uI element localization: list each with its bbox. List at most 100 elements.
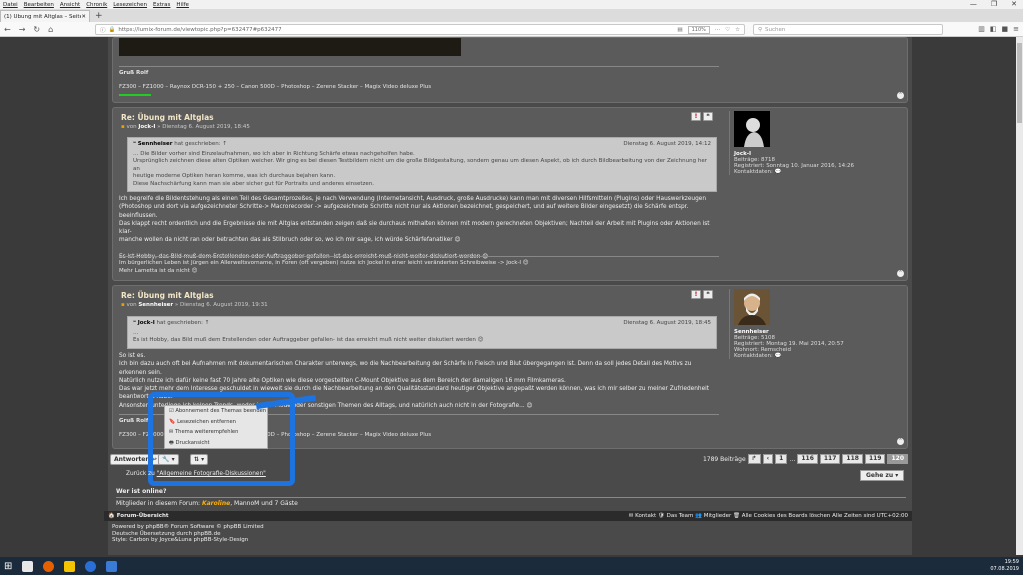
home-icon[interactable]: ⌂ xyxy=(48,25,53,34)
who-title: Wer ist online? xyxy=(116,488,906,498)
scrollbar[interactable] xyxy=(1016,37,1023,555)
firefox-icon[interactable] xyxy=(43,560,55,572)
footer-links[interactable]: ✉ Kontakt 🛡 Das Team 👥 Mitglieder 🗑 Alle… xyxy=(629,511,908,521)
app-icon[interactable] xyxy=(85,560,97,572)
footer-bar: 🏠 Forum-Übersicht ✉ Kontakt 🛡 Das Team 👥… xyxy=(104,511,912,521)
extension-icon[interactable]: ■ xyxy=(1002,25,1009,33)
tab-title: (1) Übung mit Altglas – Seite 120 xyxy=(4,13,82,20)
reader-icon[interactable]: ▤ xyxy=(677,27,682,33)
top-icon[interactable]: ⌃ xyxy=(897,438,904,445)
menu-ansicht[interactable]: Ansicht xyxy=(60,2,80,8)
quote-line: Ursprünglich zeichnen diese alten Optike… xyxy=(133,158,708,172)
tab-close-icon[interactable]: ✕ xyxy=(81,14,86,20)
menu-icon[interactable]: ≡ xyxy=(1013,25,1019,33)
page-link[interactable]: 118 xyxy=(842,454,863,464)
quote-hat: hat geschrieben: ↑ xyxy=(154,320,210,326)
meta-date: » Dienstag 6. August 2019, 19:31 xyxy=(173,302,268,308)
back-to-forum: Zurück zu "Allgemeine Fotografie-Diskuss… xyxy=(126,471,266,477)
body-line: manche wollen da nicht ran oder betracht… xyxy=(119,237,461,244)
library-icon[interactable]: ▥ xyxy=(978,25,985,33)
folder-icon[interactable] xyxy=(64,560,76,572)
url-text: https://lumix-forum.de/viewtopic.php?p=6… xyxy=(118,26,282,33)
quote-button[interactable]: ❝ xyxy=(703,290,713,299)
back-icon[interactable]: ← xyxy=(4,25,11,34)
page-link[interactable]: 116 xyxy=(797,454,818,464)
post-body: Ich begreife die Bildentstehung als eine… xyxy=(119,195,719,261)
quote-header: ❝ Jock-I hat geschrieben: ↑ Dienstag 6. … xyxy=(133,320,711,328)
pocket-icon[interactable]: ♡ xyxy=(725,27,730,33)
bookmark-star-icon[interactable]: ☆ xyxy=(735,27,740,33)
signature: Gruß Rolf FZ300 – FZ1000 – Raynox DCR-15… xyxy=(119,66,719,96)
start-icon[interactable]: ⊞ xyxy=(4,561,12,572)
body-line: So ist es. xyxy=(119,353,146,359)
maximize-icon[interactable]: ❐ xyxy=(991,0,997,8)
taskbar: ⊞ 19:59 07.08.2019 xyxy=(0,557,1023,575)
report-button[interactable]: ! xyxy=(691,112,701,121)
quote-date: Dienstag 6. August 2019, 18:45 xyxy=(623,320,711,326)
back-link[interactable]: "Allgemeine Fotografie-Diskussionen" xyxy=(157,471,266,477)
more-icon[interactable]: ··· xyxy=(715,27,720,33)
signature: Im bürgerlichen Leben ist Jürgen ein All… xyxy=(119,256,719,275)
goto-button[interactable]: Gehe zu ▾ xyxy=(860,470,905,481)
who-online: Wer ist online? Mitglieder in diesem For… xyxy=(116,488,906,507)
post-title[interactable]: Re: Übung mit Altglas xyxy=(121,113,214,122)
body-line: Das klappt recht ordentlich und die Erge… xyxy=(119,220,710,236)
menu-extras[interactable]: Extras xyxy=(153,2,170,8)
jump-icon[interactable]: ↱ xyxy=(747,454,761,464)
page-link[interactable]: 119 xyxy=(864,454,886,464)
forum-index-link[interactable]: 🏠 Forum-Übersicht xyxy=(108,513,169,519)
quote-button[interactable]: ❝ xyxy=(703,112,713,121)
address-bar[interactable]: ⓘ 🔒 https://lumix-forum.de/viewtopic.php… xyxy=(95,24,745,35)
page-link[interactable]: 117 xyxy=(819,454,841,464)
forward-icon[interactable]: → xyxy=(19,25,26,34)
page-link[interactable]: 1 xyxy=(775,454,788,464)
avatar[interactable] xyxy=(734,289,770,325)
explorer-icon[interactable] xyxy=(22,560,34,572)
post-title[interactable]: Re: Übung mit Altglas xyxy=(121,291,214,300)
quote-line: … Die Bilder vorher sind Einzelaufnahmen… xyxy=(133,150,415,157)
post-author[interactable]: Sennheiser xyxy=(138,302,173,308)
report-button[interactable]: ! xyxy=(691,290,701,299)
new-tab-icon[interactable]: + xyxy=(95,11,103,22)
quote-line: … xyxy=(133,329,139,336)
clock[interactable]: 19:59 07.08.2019 xyxy=(990,559,1019,572)
pagination-ellipsis: … xyxy=(789,455,796,463)
who-member[interactable]: Karoline xyxy=(202,500,230,507)
body-line: Ich begreife die Bildentstehung als eine… xyxy=(119,196,707,202)
menu-datei[interactable]: Datei xyxy=(3,2,18,8)
post-buttons: ! ❝ xyxy=(691,112,713,121)
scrollbar-thumb[interactable] xyxy=(1017,43,1022,123)
tab-active[interactable]: (1) Übung mit Altglas – Seite 120 ✕ xyxy=(0,10,90,22)
pagination: 1789 Beiträge ↱ ‹ 1 … 116 117 118 119 12… xyxy=(703,454,908,464)
body-line: Natürlich nutze ich dafür keine fast 70 … xyxy=(119,377,566,384)
body-line: (Photoshop und dort via aufgezeichneter … xyxy=(119,204,689,219)
goto-label: Gehe zu xyxy=(866,472,894,479)
menu-chronik[interactable]: Chronik xyxy=(86,2,107,8)
zoom-level[interactable]: 110% xyxy=(687,25,710,34)
info-icon: ⓘ xyxy=(100,27,106,34)
top-icon[interactable]: ⌃ xyxy=(897,270,904,277)
search-input[interactable]: ⚲ Suchen xyxy=(753,24,943,35)
prev-page-button[interactable]: ‹ xyxy=(762,454,774,464)
reload-icon[interactable]: ↻ xyxy=(33,25,40,34)
profile-contact[interactable]: Kontaktdaten: 💬 xyxy=(734,353,901,359)
menu-lesezeichen[interactable]: Lesezeichen xyxy=(113,2,147,8)
profile-contact[interactable]: Kontaktdaten: 💬 xyxy=(734,169,901,175)
quote-author[interactable]: Jock-I xyxy=(138,320,155,326)
menu-bearbeiten[interactable]: Bearbeiten xyxy=(24,2,54,8)
minimize-icon[interactable]: — xyxy=(970,0,977,8)
avatar[interactable] xyxy=(734,111,770,147)
quote-hat: hat geschrieben: ↑ xyxy=(172,141,228,147)
quote-author[interactable]: Sennheiser xyxy=(138,141,173,147)
who-text: Mitglieder in diesem Forum: Karoline, Ma… xyxy=(116,500,906,507)
tab-bar: (1) Übung mit Altglas – Seite 120 ✕ + xyxy=(0,9,1023,22)
who-suffix: , MannoM und 7 Gäste xyxy=(230,500,298,507)
post-author[interactable]: Jock-I xyxy=(138,124,155,130)
app2-icon[interactable] xyxy=(106,560,118,572)
close-icon[interactable]: ✕ xyxy=(1011,0,1017,8)
credit-line: Style: Carbon by Joyce&Luna phpBB-Style-… xyxy=(112,537,249,543)
quote-date: Dienstag 6. August 2019, 14:12 xyxy=(623,141,711,147)
menu-hilfe[interactable]: Hilfe xyxy=(176,2,189,8)
top-icon[interactable]: ⌃ xyxy=(897,92,904,99)
sidebar-icon[interactable]: ◧ xyxy=(990,25,997,33)
